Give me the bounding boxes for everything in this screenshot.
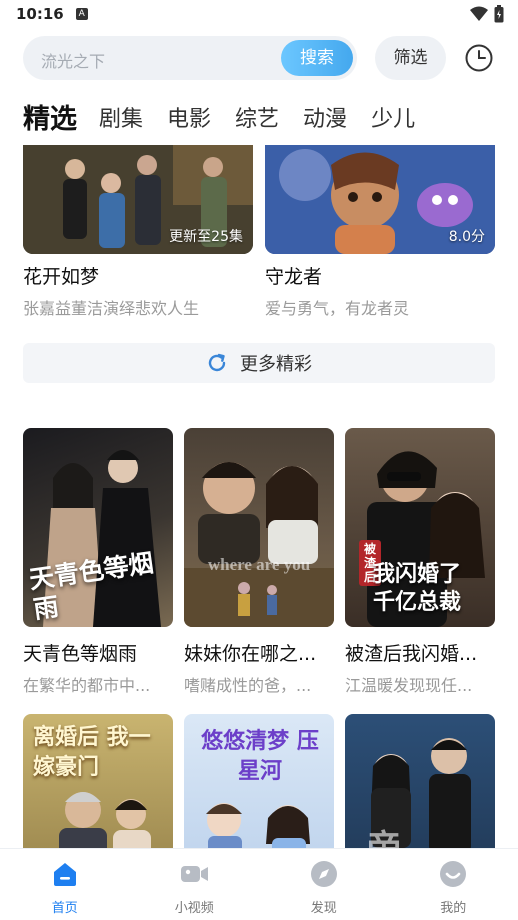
filter-button[interactable]: 筛选 xyxy=(375,36,446,80)
video-card[interactable]: 更新至25集 花开如梦 张嘉益董洁演绎悲欢人生 xyxy=(23,145,253,319)
poster-title-text: where are you xyxy=(207,555,311,574)
status-icons xyxy=(470,5,504,23)
video-card[interactable]: where are you 妹妹你在哪之... 嗜赌成性的爸，... xyxy=(184,428,334,696)
nav-discover-label: 发现 xyxy=(310,901,337,916)
nav-profile-label: 我的 xyxy=(440,901,467,916)
video-title: 花开如梦 xyxy=(23,266,100,288)
tab-series[interactable]: 剧集 xyxy=(99,102,143,138)
tab-movies[interactable]: 电影 xyxy=(167,102,211,138)
poster-title-text: 悠悠清梦 压星河 xyxy=(201,728,319,784)
poster-title-text: 离婚后 我一嫁豪门 xyxy=(33,724,151,780)
refresh-icon xyxy=(208,353,226,372)
profile-icon xyxy=(440,861,467,887)
rating-badge: 8.0分 xyxy=(448,229,485,245)
status-time: 10:16 xyxy=(16,5,64,23)
wifi-icon xyxy=(470,6,488,21)
video-poster[interactable]: 被渣后 我闪婚了 千亿总裁 xyxy=(345,428,495,627)
more-content-button[interactable]: 更多精彩 xyxy=(23,343,495,383)
video-desc: 张嘉益董洁演绎悲欢人生 xyxy=(23,299,200,318)
video-card[interactable]: 天青色等烟雨 天青色等烟雨 在繁华的都市中... xyxy=(23,428,173,696)
compass-icon xyxy=(310,861,337,887)
nav-home-label: 首页 xyxy=(51,901,78,916)
search-button[interactable]: 搜索 xyxy=(281,40,353,76)
nav-short-video[interactable]: 小视频 xyxy=(130,849,260,920)
status-bar: 10:16 A xyxy=(0,0,518,28)
home-icon xyxy=(53,863,76,886)
video-poster[interactable]: where are you xyxy=(184,428,334,627)
category-tabs: 精选 剧集 电影 综艺 动漫 少儿 xyxy=(23,98,439,138)
video-title: 守龙者 xyxy=(265,266,323,288)
video-desc: 在繁华的都市中... xyxy=(23,676,151,695)
history-icon[interactable] xyxy=(464,43,494,73)
poster-title-text: 我闪婚了 千亿总裁 xyxy=(373,561,462,615)
video-card[interactable]: 被渣后 我闪婚了 千亿总裁 被渣后我闪婚... 江温暖发现现任... xyxy=(345,428,495,696)
tab-anime[interactable]: 动漫 xyxy=(303,102,347,138)
video-desc: 江温暖发现现任... xyxy=(345,676,473,695)
video-poster[interactable]: 8.0分 xyxy=(265,145,495,254)
video-icon xyxy=(181,866,209,882)
search-input[interactable]: 流光之下 搜索 xyxy=(23,36,357,80)
video-card[interactable]: 8.0分 守龙者 爱与勇气，有龙者灵 xyxy=(265,145,495,319)
video-desc: 爱与勇气，有龙者灵 xyxy=(265,299,410,318)
nav-short-video-label: 小视频 xyxy=(174,901,214,916)
video-poster[interactable]: 天青色等烟雨 xyxy=(23,428,173,627)
video-title: 妹妹你在哪之... xyxy=(184,643,317,665)
video-title: 被渣后我闪婚... xyxy=(345,643,478,665)
tab-kids[interactable]: 少儿 xyxy=(371,102,415,138)
video-desc: 嗜赌成性的爸，... xyxy=(184,676,312,695)
nav-home[interactable]: 首页 xyxy=(0,849,130,920)
tab-featured[interactable]: 精选 xyxy=(23,102,77,138)
video-poster[interactable]: 更新至25集 xyxy=(23,145,253,254)
search-placeholder: 流光之下 xyxy=(41,52,106,71)
episode-badge: 更新至25集 xyxy=(169,229,243,245)
search-row: 流光之下 搜索 筛选 xyxy=(0,34,518,80)
more-content-label: 更多精彩 xyxy=(240,354,312,375)
video-title: 天青色等烟雨 xyxy=(23,643,138,665)
nav-profile[interactable]: 我的 xyxy=(389,849,518,920)
battery-icon xyxy=(494,5,504,23)
bottom-nav: 首页 小视频 发现 我的 xyxy=(0,848,518,920)
tab-variety[interactable]: 综艺 xyxy=(235,102,279,138)
notification-icon: A xyxy=(75,8,88,20)
nav-discover[interactable]: 发现 xyxy=(259,849,389,920)
